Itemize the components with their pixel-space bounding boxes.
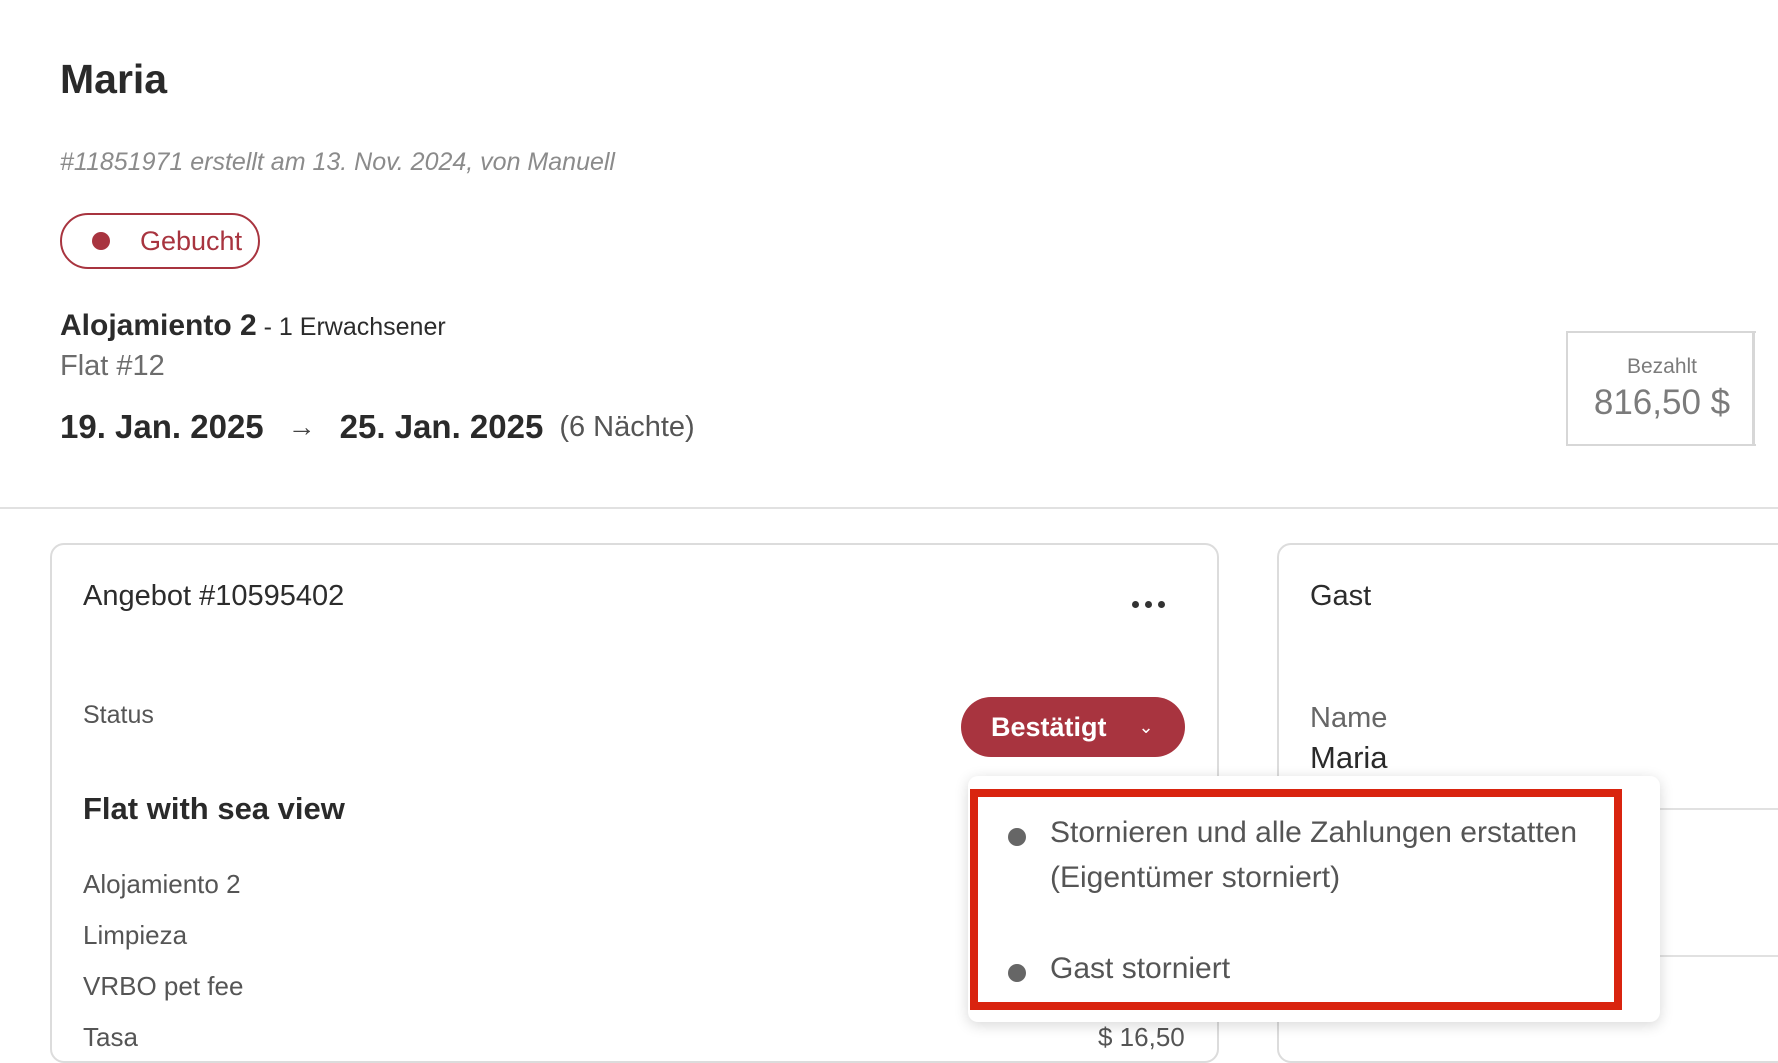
status-badge[interactable]: Gebucht [60,213,260,269]
paid-label: Bezahlt [1626,355,1698,378]
arrow-right-icon: → [287,411,316,442]
divider [1650,808,1778,810]
unit-name: Alojamiento 2 [60,309,257,342]
guest-name-label: Name [1310,702,1388,734]
date-range: 19. Jan. 2025 → 25. Jan. 2025 (6 Nächte) [60,408,695,446]
status-dropdown-button[interactable]: Bestätigt ⌄ [961,697,1185,757]
paid-summary: Bezahlt 816,50 $ [1566,331,1756,446]
divider [0,507,1778,509]
divider [1650,955,1778,957]
line-item-price: $ 16,50 [1098,1022,1185,1052]
booking-meta: #11851971 erstellt am 13. Nov. 2024, von… [60,148,615,176]
flat-number: Flat #12 [60,350,165,382]
check-out-date: 25. Jan. 2025 [339,408,544,445]
paid-value: 816,50 $ [1593,383,1731,422]
more-options-icon[interactable] [1132,592,1176,616]
nights-count: (6 Nächte) [559,410,695,443]
check-in-date: 19. Jan. 2025 [60,408,264,445]
line-item: Alojamiento 2 [83,869,241,899]
unit-line: Alojamiento 2 - 1 Erwachsener [60,309,446,343]
line-item: Tasa [83,1022,138,1052]
line-item: VRBO pet fee [83,971,244,1001]
status-label: Status [83,701,154,729]
guest-name-value: Maria [1310,740,1388,775]
line-item: Limpieza [83,920,188,950]
divider [1752,331,1755,446]
status-badge-label: Gebucht [140,225,243,256]
highlight-box [970,789,1622,1010]
guest-title: Gast [1310,580,1372,612]
status-dropdown-label: Bestätigt [991,711,1107,742]
guest-count: - 1 Erwachsener [256,313,446,341]
offer-title: Angebot #10595402 [83,580,345,612]
section-title: Flat with sea view [83,791,345,826]
status-dot-icon [92,232,110,250]
page-title: Maria [60,56,168,102]
chevron-down-icon: ⌄ [1138,716,1154,737]
